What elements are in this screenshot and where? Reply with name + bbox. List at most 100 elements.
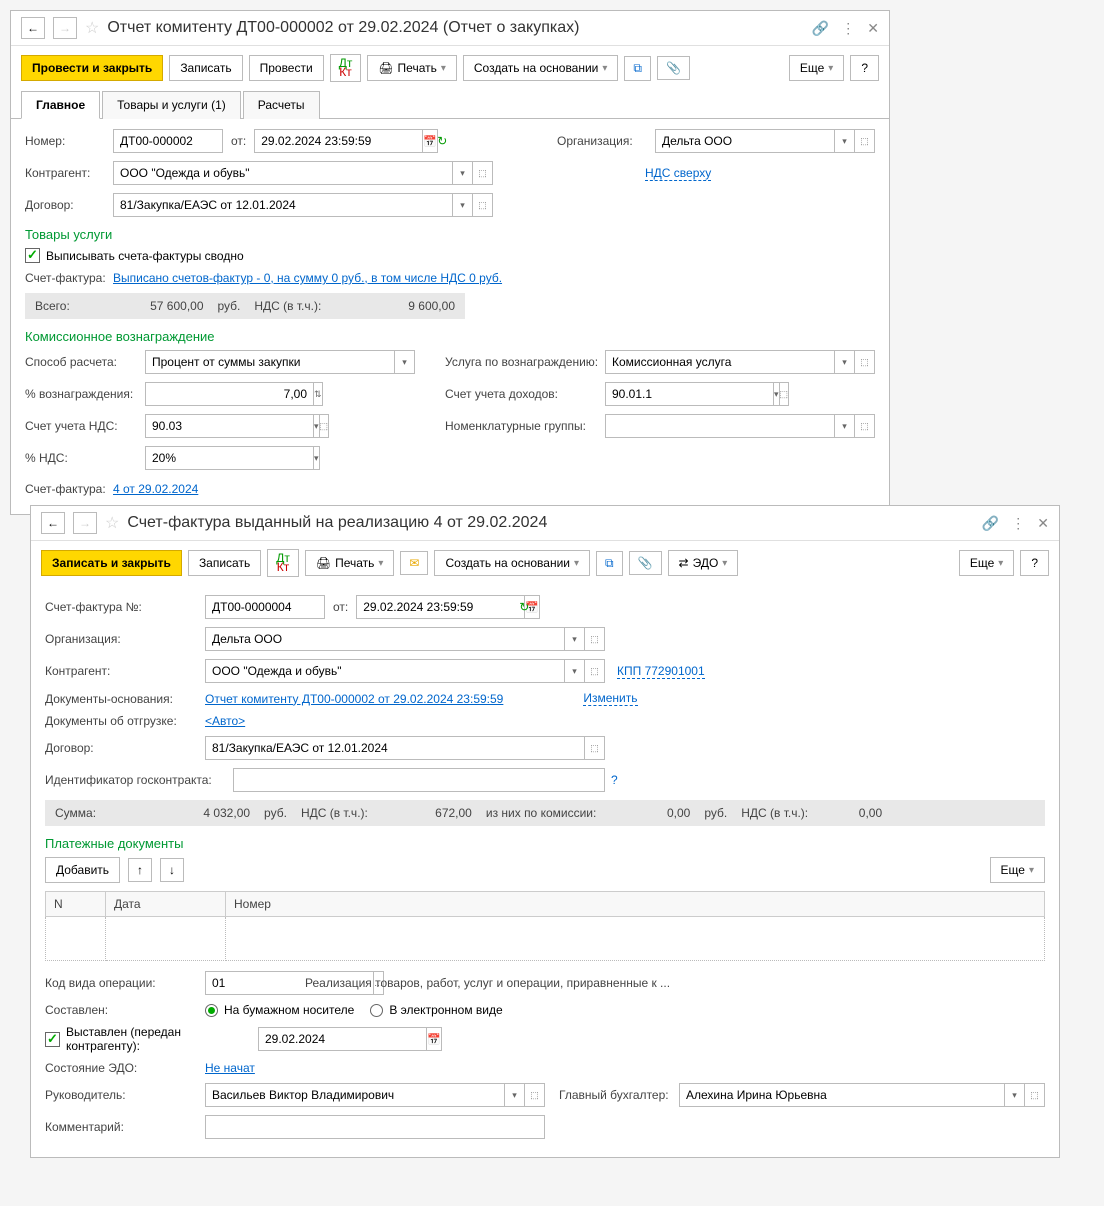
chevron-down-icon[interactable]: ▾: [453, 161, 473, 185]
nom-groups-input[interactable]: [605, 414, 835, 438]
service-reward-input[interactable]: [605, 350, 835, 374]
goskontrakt-input[interactable]: [233, 768, 605, 792]
date-input[interactable]: [254, 129, 423, 153]
move-up-button[interactable]: ↑: [128, 858, 152, 882]
kpp-link[interactable]: КПП 772901001: [617, 664, 705, 679]
org-input[interactable]: [205, 627, 565, 651]
chevron-down-icon[interactable]: ▾: [565, 659, 585, 683]
save-button[interactable]: Записать: [188, 550, 261, 576]
back-button[interactable]: ←: [41, 512, 65, 534]
edo-button[interactable]: ⇄ ЭДО: [668, 550, 739, 576]
link-icon[interactable]: 🔗: [982, 515, 999, 532]
chevron-down-icon[interactable]: ▾: [395, 350, 415, 374]
post-close-button[interactable]: Провести и закрыть: [21, 55, 163, 81]
open-icon[interactable]: ⬚: [525, 1083, 545, 1107]
nds-account-input[interactable]: [145, 414, 314, 438]
basis-doc-link[interactable]: Отчет комитенту ДТ00-000002 от 29.02.202…: [205, 692, 503, 706]
income-account-input[interactable]: [605, 382, 774, 406]
kebab-icon[interactable]: ⋮: [841, 20, 855, 37]
open-icon[interactable]: ⬚: [855, 414, 875, 438]
open-icon[interactable]: ⬚: [585, 627, 605, 651]
structure-button[interactable]: ⧉: [624, 56, 651, 81]
favorite-icon[interactable]: ☆: [105, 513, 119, 533]
spinner-icon[interactable]: ⇅: [314, 382, 323, 406]
print-button[interactable]: 🖨 Печать: [367, 55, 457, 81]
create-based-button[interactable]: Создать на основании: [463, 55, 619, 81]
sf-summary-link[interactable]: Выписано счетов-фактур - 0, на сумму 0 р…: [113, 271, 502, 285]
close-icon[interactable]: ✕: [867, 20, 879, 37]
number-input[interactable]: [113, 129, 223, 153]
more-button[interactable]: Еще: [990, 857, 1045, 883]
mail-button[interactable]: ✉: [400, 551, 428, 575]
more-button[interactable]: Еще: [959, 550, 1014, 576]
save-close-button[interactable]: Записать и закрыть: [41, 550, 182, 576]
calc-method-input[interactable]: [145, 350, 395, 374]
date-input[interactable]: [356, 595, 525, 619]
edo-state-link[interactable]: Не начат: [205, 1061, 255, 1075]
open-icon[interactable]: ⬚: [473, 193, 493, 217]
chief-acc-input[interactable]: [679, 1083, 1005, 1107]
chevron-down-icon[interactable]: ▾: [1005, 1083, 1025, 1107]
open-icon[interactable]: ⬚: [855, 129, 875, 153]
print-button[interactable]: 🖨 Печать: [305, 550, 395, 576]
create-based-button[interactable]: Создать на основании: [434, 550, 590, 576]
move-down-button[interactable]: ↓: [160, 858, 184, 882]
issued-date-input[interactable]: [258, 1027, 427, 1051]
back-button[interactable]: ←: [21, 17, 45, 39]
electronic-radio[interactable]: [370, 1004, 383, 1017]
nds-mode-link[interactable]: НДС сверху: [645, 166, 711, 181]
calendar-icon[interactable]: 📅: [423, 129, 438, 153]
dtct-button[interactable]: ДтКт: [267, 549, 299, 577]
sync-icon[interactable]: ↻: [437, 134, 447, 148]
forward-button[interactable]: →: [53, 17, 77, 39]
tab-calc[interactable]: Расчеты: [243, 91, 320, 119]
open-icon[interactable]: ⬚: [585, 736, 605, 760]
tab-main[interactable]: Главное: [21, 91, 100, 119]
head-input[interactable]: [205, 1083, 505, 1107]
open-icon[interactable]: ⬚: [855, 350, 875, 374]
structure-button[interactable]: ⧉: [596, 551, 623, 576]
chevron-down-icon[interactable]: ▾: [565, 627, 585, 651]
org-input[interactable]: [655, 129, 835, 153]
more-button[interactable]: Еще: [789, 55, 844, 81]
goskontrakt-help-link[interactable]: ?: [611, 773, 618, 787]
chevron-down-icon[interactable]: ▾: [453, 193, 473, 217]
reward-pct-input[interactable]: [145, 382, 314, 406]
attach-button[interactable]: 📎: [629, 551, 662, 575]
help-button[interactable]: ?: [850, 55, 879, 81]
chevron-down-icon[interactable]: ▾: [314, 446, 320, 470]
contragent-input[interactable]: [205, 659, 565, 683]
paper-radio[interactable]: [205, 1004, 218, 1017]
auto-link[interactable]: <Авто>: [205, 714, 245, 728]
help-button[interactable]: ?: [1020, 550, 1049, 576]
contragent-input[interactable]: [113, 161, 453, 185]
contract-input[interactable]: [205, 736, 585, 760]
attach-button[interactable]: 📎: [657, 56, 690, 80]
open-icon[interactable]: ⬚: [473, 161, 493, 185]
table-row[interactable]: [46, 917, 1045, 961]
sf-link[interactable]: 4 от 29.02.2024: [113, 482, 198, 496]
open-icon[interactable]: ⬚: [1025, 1083, 1045, 1107]
forward-button[interactable]: →: [73, 512, 97, 534]
nds-pct-input[interactable]: [145, 446, 314, 470]
kebab-icon[interactable]: ⋮: [1011, 515, 1025, 532]
comment-input[interactable]: [205, 1115, 545, 1139]
chevron-down-icon[interactable]: ▾: [835, 414, 855, 438]
close-icon[interactable]: ✕: [1037, 515, 1049, 532]
open-icon[interactable]: ⬚: [780, 382, 790, 406]
tab-goods[interactable]: Товары и услуги (1): [102, 91, 241, 119]
open-icon[interactable]: ⬚: [320, 414, 330, 438]
post-button[interactable]: Провести: [249, 55, 324, 81]
chevron-down-icon[interactable]: ▾: [835, 129, 855, 153]
dtct-button[interactable]: ДтКт: [330, 54, 362, 82]
contract-input[interactable]: [113, 193, 453, 217]
sf-num-input[interactable]: [205, 595, 325, 619]
calendar-icon[interactable]: 📅: [427, 1027, 442, 1051]
chevron-down-icon[interactable]: ▾: [835, 350, 855, 374]
add-button[interactable]: Добавить: [45, 857, 120, 883]
sync-icon[interactable]: ↻: [519, 600, 529, 614]
favorite-icon[interactable]: ☆: [85, 18, 99, 38]
issued-checkbox[interactable]: [45, 1032, 60, 1047]
link-icon[interactable]: 🔗: [812, 20, 829, 37]
open-icon[interactable]: ⬚: [585, 659, 605, 683]
